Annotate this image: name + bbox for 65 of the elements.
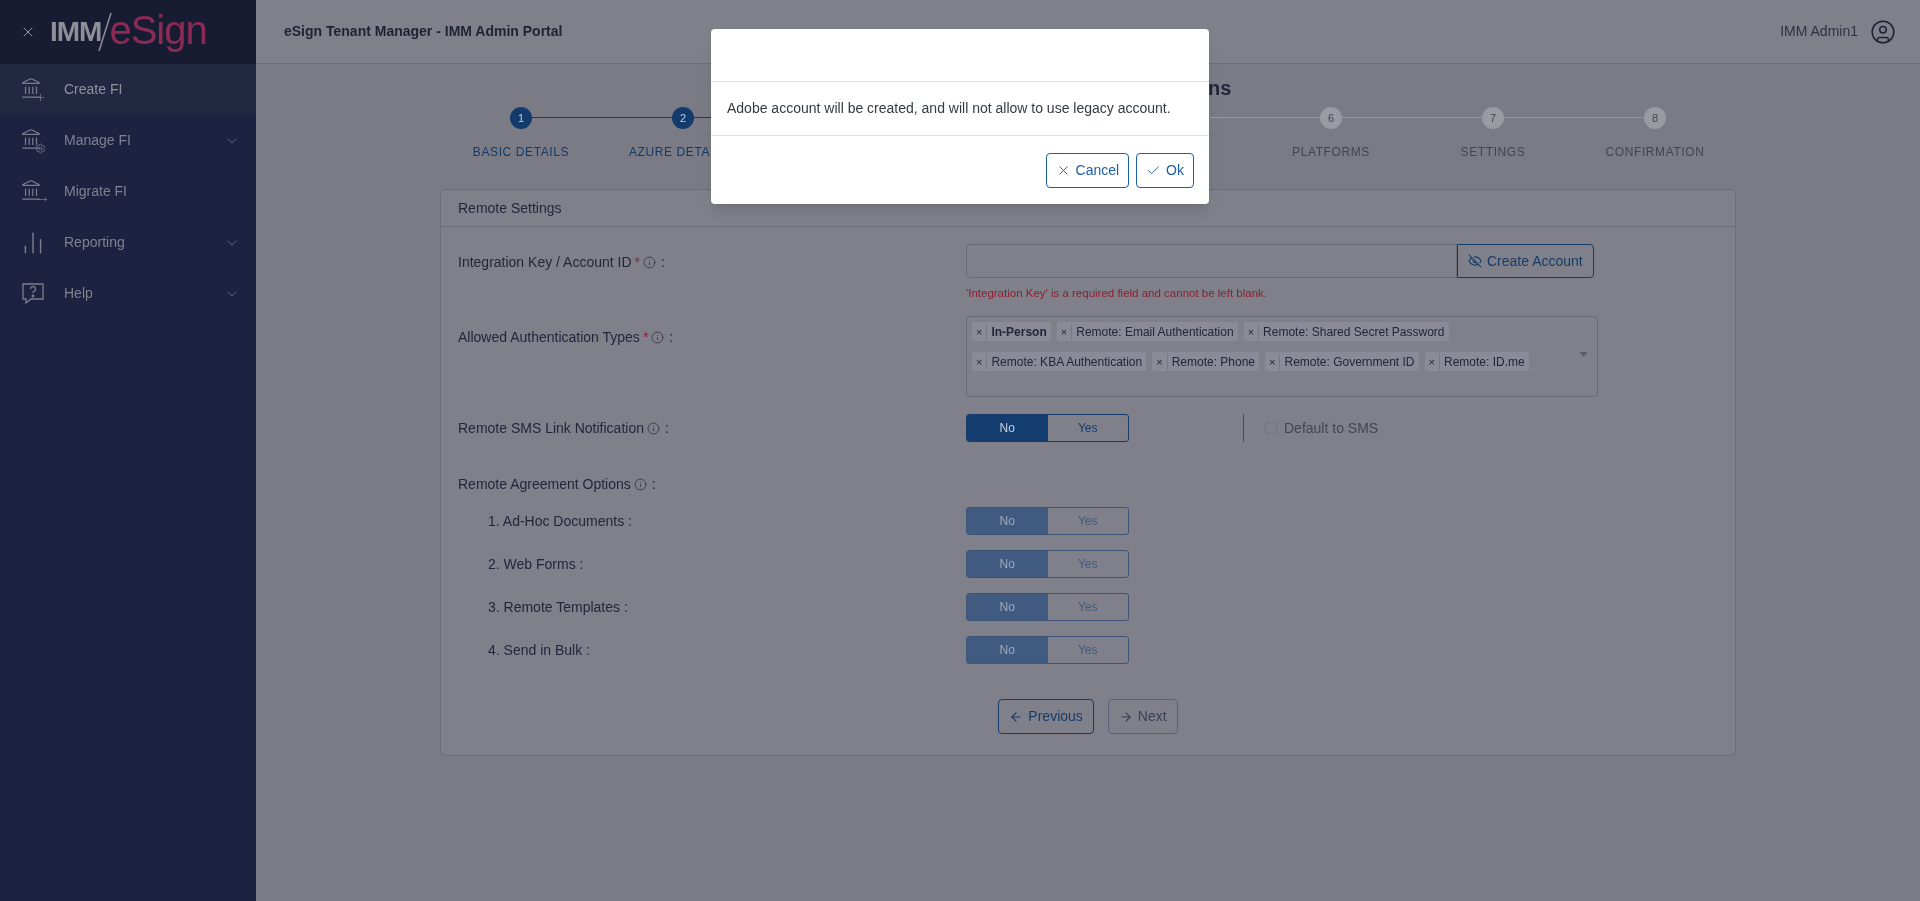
ok-button[interactable]: Ok (1136, 152, 1194, 188)
card-title: Remote Settings (458, 198, 562, 218)
remove-tag[interactable]: × (1265, 353, 1281, 370)
default-sms-label: Default to SMS (1284, 418, 1379, 438)
auth-type-tag: × Remote: ID.me (1424, 352, 1529, 372)
nav-item[interactable]: Create FI (0, 64, 256, 115)
cancel-button[interactable]: Cancel (1045, 152, 1130, 188)
remove-tag[interactable]: × (1152, 353, 1168, 370)
user-name: IMM Admin1 (1780, 22, 1858, 41)
nav-item[interactable]: Reporting (0, 217, 256, 268)
auth-type-tag: × Remote: Phone (1152, 352, 1260, 372)
dialog-message: Adobe account will be created, and will not allow to use legacy account. (727, 99, 1171, 118)
dropdown-caret-icon (1579, 352, 1588, 358)
yes-no-toggle[interactable]: No Yes (966, 414, 1129, 443)
arrow-right-icon (1118, 709, 1133, 724)
info-icon[interactable] (633, 478, 647, 492)
auth-type-tag: × Remote: Email Authentication (1056, 322, 1238, 342)
nav-item[interactable]: Migrate FI (0, 166, 256, 217)
info-icon[interactable] (643, 256, 656, 269)
user-avatar-icon[interactable] (1870, 18, 1896, 45)
required-mark: * (642, 328, 649, 348)
field-label: Remote Agreement Options (458, 475, 631, 495)
label-colon: : (664, 418, 669, 438)
help-bubble-icon (20, 280, 46, 307)
eye-off-icon (1468, 254, 1482, 268)
page-heading: ns (1208, 77, 1232, 99)
bank-arrow-icon (20, 178, 46, 205)
auth-type-tag: × Remote: KBA Authentication (972, 352, 1147, 372)
create-account-button[interactable]: Create Account (1457, 244, 1594, 278)
option-label: 4. Send in Bulk : (488, 642, 590, 659)
option-label: 1. Ad-Hoc Documents : (488, 513, 632, 530)
auth-types-select[interactable]: × In-Person × Remote: Email Authentication × Remote: Shared Secret Password × Remote: KBA Authentication × Remote: Phone × Remote: Government ID × Remote: ID.me (966, 316, 1598, 398)
logo-wordmark: eSign (109, 10, 207, 54)
required-mark: * (634, 253, 640, 272)
step-label: BASIC DETAILS (472, 144, 570, 161)
logo-prefix: IMM (50, 18, 102, 46)
remove-tag[interactable]: × (1056, 323, 1073, 340)
error-message: 'Integration Key' is a required field and cannot be left blank. (966, 286, 1269, 301)
remove-tag[interactable]: × (972, 323, 988, 340)
info-icon[interactable] (651, 331, 665, 345)
remove-tag[interactable]: × (1243, 323, 1260, 340)
bank-plus-icon (20, 76, 46, 103)
integration-key-field[interactable] (966, 244, 1457, 278)
step-label: AZURE DETA (629, 144, 711, 161)
label-colon: : (651, 475, 656, 495)
auth-type-tag: × In-Person (972, 322, 1051, 342)
info-icon[interactable] (646, 421, 660, 435)
toggle-option[interactable]: Yes (1047, 415, 1128, 442)
label-colon: : (661, 253, 665, 272)
auth-type-tag: × Remote: Government ID (1265, 352, 1419, 372)
field-label: Integration Key / Account ID (458, 253, 632, 272)
remove-tag[interactable]: × (1424, 353, 1440, 370)
auth-type-tag: × Remote: Shared Secret Password (1243, 322, 1449, 342)
remove-tag[interactable]: × (972, 353, 988, 370)
option-label: 2. Web Forms : (488, 556, 584, 573)
nav-item[interactable]: Manage FI (0, 115, 256, 166)
option-label: 3. Remote Templates : (488, 599, 628, 616)
label-colon: : (669, 328, 674, 348)
toggle-option[interactable]: No (967, 415, 1048, 442)
nav-item[interactable]: Help (0, 268, 256, 319)
app-title: eSign Tenant Manager - IMM Admin Portal (284, 22, 564, 41)
bank-gear-icon (20, 127, 46, 154)
field-label: Remote SMS Link Notification (458, 418, 644, 438)
previous-button[interactable]: Previous (998, 699, 1094, 735)
field-label: Allowed Authentication Types (458, 328, 640, 348)
